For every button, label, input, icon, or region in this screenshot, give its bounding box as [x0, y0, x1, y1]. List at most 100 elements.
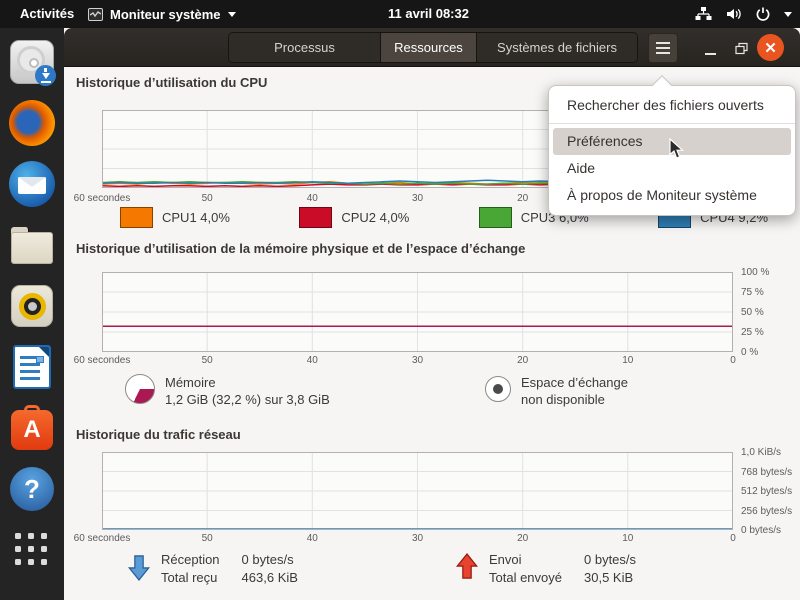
- install-ubuntu-icon: [10, 40, 54, 84]
- files-icon: [11, 232, 53, 264]
- network-section-title: Historique du trafic réseau: [76, 427, 241, 442]
- y-tick-label: 256 bytes/s: [741, 506, 792, 517]
- titlebar[interactable]: ProcessusRessourcesSystèmes de fichiers …: [64, 28, 800, 67]
- dock-item-ubuntu-software[interactable]: A: [8, 404, 56, 452]
- y-tick-label: 50 %: [741, 307, 764, 318]
- send-label: Envoi: [489, 551, 562, 569]
- memory-legend-detail: 1,2 GiB (32,2 %) sur 3,8 GiB: [165, 391, 330, 408]
- system-tray[interactable]: [695, 0, 792, 28]
- x-tick-label: 0: [730, 533, 736, 544]
- x-tick-label: 40: [307, 533, 318, 544]
- dock-item-libreoffice-writer[interactable]: [8, 343, 56, 391]
- firefox-icon: [9, 100, 55, 146]
- x-tick-label: 40: [307, 193, 318, 204]
- clock[interactable]: 11 avril 08:32: [388, 0, 469, 28]
- cpu-legend-text: CPU1 4,0%: [162, 210, 230, 225]
- x-tick-label: 50: [202, 193, 213, 204]
- x-tick-label: 30: [412, 355, 423, 366]
- send-rate: 0 bytes/s: [584, 551, 636, 569]
- swap-icon: [485, 376, 511, 402]
- x-tick-label: 60 secondes: [74, 533, 131, 544]
- y-tick-label: 0 %: [741, 347, 758, 358]
- x-tick-label: 20: [517, 193, 528, 204]
- dock-item-install-ubuntu[interactable]: [8, 38, 56, 86]
- system-monitor-window: ProcessusRessourcesSystèmes de fichiers …: [64, 28, 800, 600]
- x-tick-label: 60 secondes: [74, 355, 131, 366]
- thunderbird-icon: [9, 161, 55, 207]
- swap-legend-label: Espace d’échange: [521, 374, 628, 391]
- activities-button[interactable]: Activités: [12, 0, 82, 28]
- total-sent-label: Total envoyé: [489, 569, 562, 587]
- minimize-button[interactable]: [698, 36, 722, 60]
- x-tick-label: 10: [622, 533, 633, 544]
- dock-item-thunderbird[interactable]: [8, 160, 56, 208]
- y-tick-label: 100 %: [741, 267, 769, 278]
- menu-separator: [549, 123, 795, 124]
- help-icon: ?: [10, 467, 54, 511]
- memory-chart: [102, 272, 733, 352]
- cpu-color-swatch[interactable]: [120, 207, 153, 228]
- view-tabs: ProcessusRessourcesSystèmes de fichiers: [228, 32, 638, 63]
- memory-x-axis: 60 secondes50403020100: [102, 355, 733, 369]
- cpu-legend-text: CPU2 4,0%: [341, 210, 409, 225]
- hamburger-menu-button[interactable]: [648, 33, 678, 63]
- y-tick-label: 75 %: [741, 287, 764, 298]
- x-tick-label: 30: [412, 193, 423, 204]
- menu-item--propos-de-moniteur-syst-me[interactable]: À propos de Moniteur système: [553, 182, 791, 209]
- cpu-color-swatch[interactable]: [479, 207, 512, 228]
- network-receive-legend: Réception Total reçu 0 bytes/s 463,6 KiB: [127, 551, 298, 587]
- dock-item-show-applications[interactable]: [8, 526, 56, 574]
- app-menu[interactable]: Moniteur système: [88, 0, 236, 28]
- network-send-legend: Envoi Total envoyé 0 bytes/s 30,5 KiB: [455, 551, 636, 587]
- x-tick-label: 50: [202, 355, 213, 366]
- download-arrow-icon: [127, 551, 151, 583]
- tab-ressources[interactable]: Ressources: [381, 33, 477, 62]
- memory-pie-icon: [125, 374, 155, 404]
- x-tick-label: 20: [517, 355, 528, 366]
- x-tick-label: 60 secondes: [74, 193, 131, 204]
- upload-arrow-icon: [455, 551, 479, 583]
- rhythmbox-icon: [11, 285, 53, 327]
- chevron-down-icon: [228, 12, 236, 17]
- memory-legend-label: Mémoire: [165, 374, 330, 391]
- total-received-label: Total reçu: [161, 569, 220, 587]
- download-badge-icon: [35, 65, 56, 86]
- cpu-color-swatch[interactable]: [299, 207, 332, 228]
- tab-syst-mes-de-fichiers[interactable]: Systèmes de fichiers: [477, 33, 637, 62]
- y-tick-label: 1,0 KiB/s: [741, 447, 781, 458]
- chevron-down-icon: [784, 12, 792, 17]
- tab-processus[interactable]: Processus: [229, 33, 381, 62]
- y-tick-label: 25 %: [741, 327, 764, 338]
- x-tick-label: 40: [307, 355, 318, 366]
- swap-legend-detail: non disponible: [521, 391, 628, 408]
- restore-button[interactable]: [730, 36, 754, 60]
- dock-item-help[interactable]: ?: [8, 465, 56, 513]
- receive-label: Réception: [161, 551, 220, 569]
- y-tick-label: 768 bytes/s: [741, 467, 792, 478]
- network-x-axis: 60 secondes50403020100: [102, 533, 733, 547]
- network-chart: [102, 452, 733, 530]
- power-icon: [755, 6, 771, 22]
- x-tick-label: 30: [412, 533, 423, 544]
- dock-item-rhythmbox[interactable]: [8, 282, 56, 330]
- system-monitor-icon: [88, 8, 103, 21]
- x-tick-label: 50: [202, 533, 213, 544]
- memory-legend-item: Mémoire 1,2 GiB (32,2 %) sur 3,8 GiB: [125, 374, 330, 408]
- top-bar: Activités Moniteur système 11 avril 08:3…: [0, 0, 800, 28]
- total-sent-value: 30,5 KiB: [584, 569, 636, 587]
- swap-legend-item: Espace d’échange non disponible: [485, 374, 628, 408]
- app-menu-label: Moniteur système: [110, 7, 221, 22]
- libreoffice-writer-icon: [13, 345, 51, 389]
- dock-item-files[interactable]: [8, 221, 56, 269]
- x-tick-label: 0: [730, 355, 736, 366]
- cpu-legend-item-cpu1: CPU1 4,0%: [120, 207, 230, 228]
- x-tick-label: 20: [517, 533, 528, 544]
- menu-item-rechercher-des-fichiers-ouverts[interactable]: Rechercher des fichiers ouverts: [553, 92, 791, 119]
- close-button[interactable]: ✕: [757, 34, 784, 61]
- y-tick-label: 512 bytes/s: [741, 486, 792, 497]
- receive-rate: 0 bytes/s: [242, 551, 298, 569]
- dock-item-firefox[interactable]: [8, 99, 56, 147]
- network-icon: [695, 6, 712, 22]
- total-received-value: 463,6 KiB: [242, 569, 298, 587]
- cpu-legend-item-cpu2: CPU2 4,0%: [299, 207, 409, 228]
